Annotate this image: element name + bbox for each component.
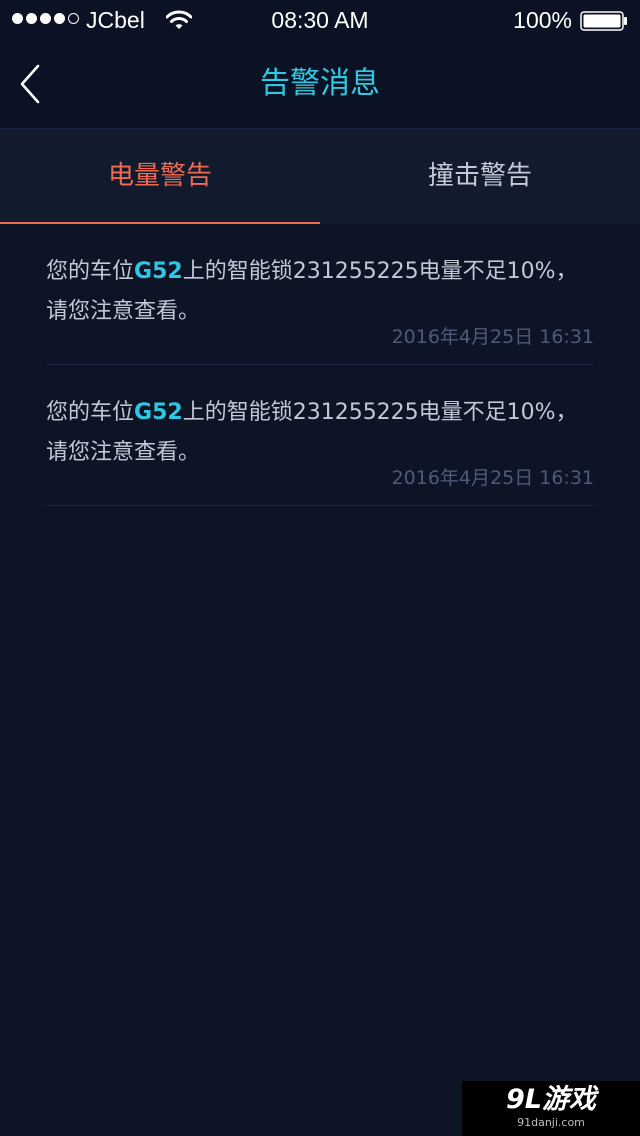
message-text: 您的车位G52上的智能锁231255225电量不足10%， 请您注意查看。 [46, 393, 606, 473]
watermark-logo: 9L游戏 91danji.com [462, 1081, 640, 1136]
status-bar: JCbel 08:30 AM 100% [0, 0, 640, 40]
list-item[interactable]: 您的车位G52上的智能锁231255225电量不足10%， 请您注意查看。 20… [46, 224, 594, 365]
watermark-url: 91danji.com [517, 1116, 585, 1129]
tab-bar: 电量警告 撞击警告 [0, 129, 640, 224]
tab-collision-warning[interactable]: 撞击警告 [320, 129, 640, 224]
message-line: 您的车位G52上的智能锁231255225电量不足10%， [46, 252, 606, 292]
nav-bar: 告警消息 [0, 40, 640, 129]
tab-battery-warning[interactable]: 电量警告 [0, 129, 320, 224]
page-title: 告警消息 [260, 66, 380, 101]
message-timestamp: 2016年4月25日 16:31 [391, 467, 594, 489]
message-prefix: 您的车位 [46, 400, 135, 425]
list-item[interactable]: 您的车位G52上的智能锁231255225电量不足10%， 请您注意查看。 20… [46, 365, 594, 506]
message-line: 您的车位G52上的智能锁231255225电量不足10%， [46, 393, 606, 433]
message-list: 您的车位G52上的智能锁231255225电量不足10%， 请您注意查看。 20… [46, 224, 594, 506]
watermark-logo-text: 9L游戏 [506, 1084, 596, 1115]
battery-icon [580, 11, 627, 31]
message-text: 您的车位G52上的智能锁231255225电量不足10%， 请您注意查看。 [46, 252, 606, 332]
message-suffix: 上的智能锁231255225电量不足10%， [182, 259, 578, 284]
message-prefix: 您的车位 [46, 259, 135, 284]
parking-spot-id: G52 [134, 400, 183, 425]
message-suffix: 上的智能锁231255225电量不足10%， [182, 400, 578, 425]
battery-percentage: 100% [513, 7, 572, 33]
parking-spot-id: G52 [134, 259, 183, 284]
message-timestamp: 2016年4月25日 16:31 [391, 326, 594, 348]
